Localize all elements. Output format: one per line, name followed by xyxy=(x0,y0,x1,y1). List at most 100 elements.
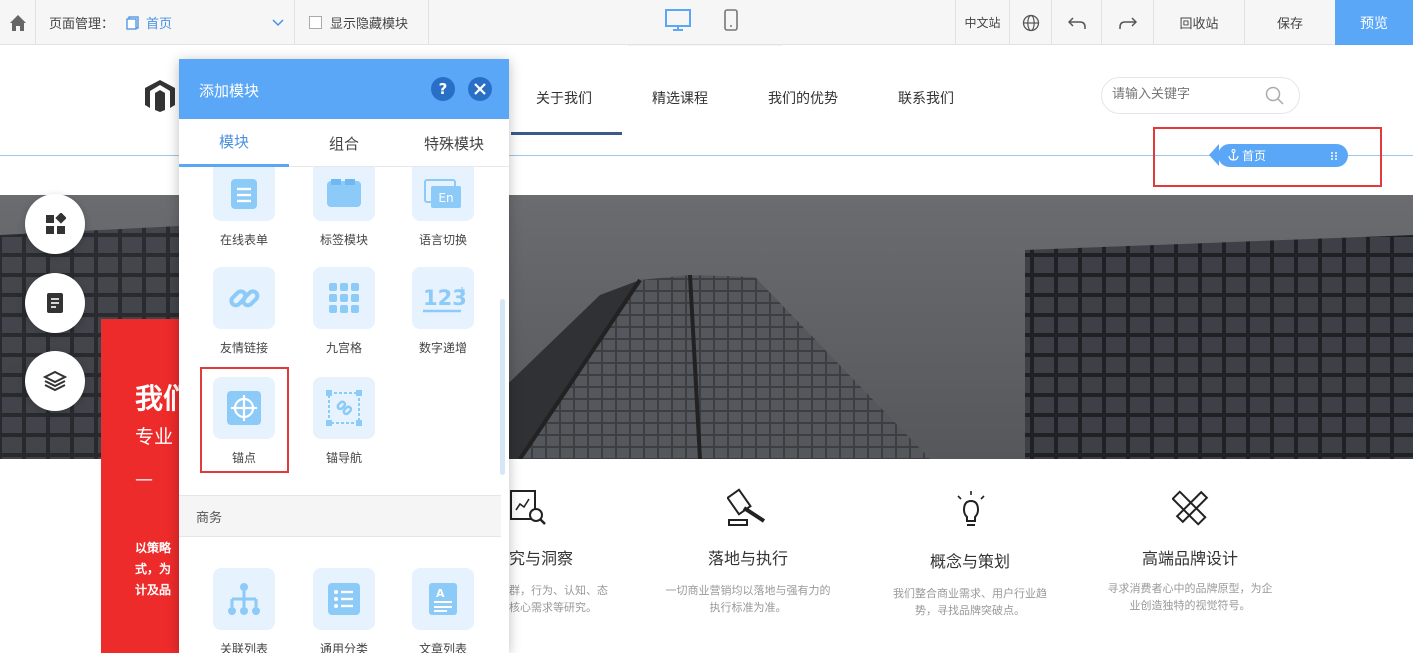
panel-tabs: 模块 组合 特殊模块 xyxy=(179,119,509,167)
desktop-icon xyxy=(665,9,691,31)
article-icon: A xyxy=(429,583,457,615)
globe-button[interactable] xyxy=(1010,0,1052,45)
hero-body-line-2: 式，为 xyxy=(135,562,172,576)
page-selector[interactable]: 页面管理： 首页 xyxy=(36,0,295,45)
editor-toolbar: 页面管理： 首页 显示隐藏模块 中文站 回收站 保存 预览 xyxy=(0,0,1413,45)
tab-combos[interactable]: 组合 xyxy=(289,119,399,167)
anchor-tag-label: 首页 xyxy=(1242,149,1267,163)
nav-active-indicator xyxy=(511,132,622,135)
nav-contact[interactable]: 联系我们 xyxy=(898,88,954,108)
module-related-list[interactable]: 关联列表 xyxy=(204,568,284,653)
home-icon xyxy=(9,14,26,31)
nav-courses[interactable]: 精选课程 xyxy=(652,88,708,108)
hero-body-line-3: 计及品 xyxy=(135,583,172,597)
search-icon[interactable] xyxy=(1265,86,1285,106)
globe-icon xyxy=(1022,14,1039,31)
module-label: 在线表单 xyxy=(219,233,268,247)
preview-button[interactable]: 预览 xyxy=(1335,0,1413,45)
panel-title: 添加模块 xyxy=(199,82,260,100)
page-settings-button[interactable] xyxy=(25,273,85,333)
show-hidden-checkbox[interactable] xyxy=(309,16,322,29)
page-icon xyxy=(126,15,139,30)
module-online-form[interactable]: 在线表单 xyxy=(204,167,284,248)
panel-scrollbar[interactable] xyxy=(500,299,505,475)
undo-button[interactable] xyxy=(1052,0,1102,45)
module-label: 锚导航 xyxy=(325,451,362,465)
help-icon[interactable]: ? xyxy=(431,77,455,101)
anchor-module-highlight xyxy=(200,367,289,473)
list-icon xyxy=(328,583,360,615)
module-language-switch[interactable]: En 语言切换 xyxy=(403,167,483,248)
nav-advantages[interactable]: 我们的优势 xyxy=(768,88,838,108)
module-friend-links[interactable]: 友情链接 xyxy=(204,267,284,356)
mobile-icon xyxy=(724,9,738,31)
tab-special-modules[interactable]: 特殊模块 xyxy=(399,119,509,167)
counter-icon: 123+ xyxy=(423,285,465,313)
layers-icon xyxy=(43,370,67,392)
search-input[interactable] xyxy=(1112,87,1262,102)
feature-planning-desc-line: 我们整合商业需求、用户行业趋 xyxy=(893,587,1047,600)
language-button[interactable]: 中文站 xyxy=(955,0,1010,45)
grid-icon xyxy=(329,283,359,313)
home-button[interactable] xyxy=(0,0,36,45)
feature-research-desc: 群，行为、认知、态 核心需求等研究。 xyxy=(509,582,629,616)
add-module-button[interactable] xyxy=(25,194,85,254)
drag-handle-icon[interactable] xyxy=(1330,151,1338,161)
module-label: 友情链接 xyxy=(219,341,268,355)
current-page: 首页 xyxy=(146,17,173,32)
section-business-header: 商务 xyxy=(179,495,501,537)
nav-about[interactable]: 关于我们 xyxy=(536,88,592,108)
chevron-down-icon xyxy=(272,18,284,26)
layers-button[interactable] xyxy=(25,351,85,411)
module-general-category[interactable]: 通用分类 xyxy=(304,568,384,653)
add-module-panel: 添加模块 ? 模块 组合 特殊模块 在线表单 标签模块 En 语言切换 友情链接 xyxy=(179,59,509,653)
pencil-ruler-icon xyxy=(1172,490,1209,526)
module-grid[interactable]: 九宫格 xyxy=(304,267,384,356)
module-tabs[interactable]: 标签模块 xyxy=(304,167,384,248)
module-article-list[interactable]: A 文章列表 xyxy=(403,568,483,653)
svg-text:En: En xyxy=(438,191,453,205)
close-button[interactable] xyxy=(468,77,492,101)
module-label: 数字递增 xyxy=(418,341,467,355)
recycle-bin-label: 回收站 xyxy=(1179,17,1219,32)
tab-module-icon xyxy=(327,179,361,207)
module-number-counter[interactable]: 123 + 数字递增 xyxy=(403,267,483,356)
lightbulb-icon xyxy=(957,491,985,526)
panel-header: 添加模块 ? xyxy=(179,59,509,119)
redo-button[interactable] xyxy=(1102,0,1154,45)
feature-execution-desc: 一切商业营销均以落地与强有力的 执行标准为准。 xyxy=(648,582,848,616)
show-hidden-toggle[interactable]: 显示隐藏模块 xyxy=(295,0,429,45)
feature-planning-desc: 我们整合商业需求、用户行业趋 势，寻找品牌突破点。 xyxy=(870,585,1070,619)
hero-body-line-1: 以策略 xyxy=(135,541,172,555)
search-box xyxy=(1101,77,1300,114)
hero-subtitle: 专业 xyxy=(135,426,174,448)
anchor-tag[interactable]: 首页 xyxy=(1209,144,1348,167)
logo-icon xyxy=(145,80,175,112)
feature-execution-desc-line: 执行标准为准。 xyxy=(709,601,787,614)
feature-branding-title: 高端品牌设计 xyxy=(1141,549,1238,568)
desktop-view-button[interactable] xyxy=(664,8,692,36)
modules-icon xyxy=(46,213,66,234)
module-label: 通用分类 xyxy=(319,642,368,653)
mobile-view-button[interactable] xyxy=(722,8,740,36)
save-button[interactable]: 保存 xyxy=(1245,0,1335,45)
language-label: 中文站 xyxy=(964,16,1001,30)
show-hidden-label: 显示隐藏模块 xyxy=(330,17,409,32)
module-label: 标签模块 xyxy=(319,233,368,247)
feature-branding-desc-line: 寻求消费者心中的品牌原型，为企 xyxy=(1107,582,1273,595)
document-icon xyxy=(47,293,63,313)
feature-branding-desc: 寻求消费者心中的品牌原型，为企 业创造独特的视觉符号。 xyxy=(1090,580,1290,614)
module-anchor-nav[interactable]: 锚导航 xyxy=(304,377,384,466)
page-mgmt-label: 页面管理： xyxy=(49,17,115,32)
feature-planning-title: 概念与策划 xyxy=(929,552,1010,571)
undo-icon xyxy=(1067,16,1086,29)
tab-modules[interactable]: 模块 xyxy=(179,119,289,167)
research-icon xyxy=(510,490,546,525)
language-icon: En xyxy=(424,179,461,208)
recycle-bin-button[interactable]: 回收站 xyxy=(1154,0,1245,45)
feature-research-desc-line: 核心需求等研究。 xyxy=(509,601,597,614)
module-label: 文章列表 xyxy=(418,642,467,653)
anchor-icon xyxy=(1228,149,1239,161)
svg-text:+: + xyxy=(458,285,465,296)
feature-branding-desc-line: 业创造独特的视觉符号。 xyxy=(1129,599,1251,612)
